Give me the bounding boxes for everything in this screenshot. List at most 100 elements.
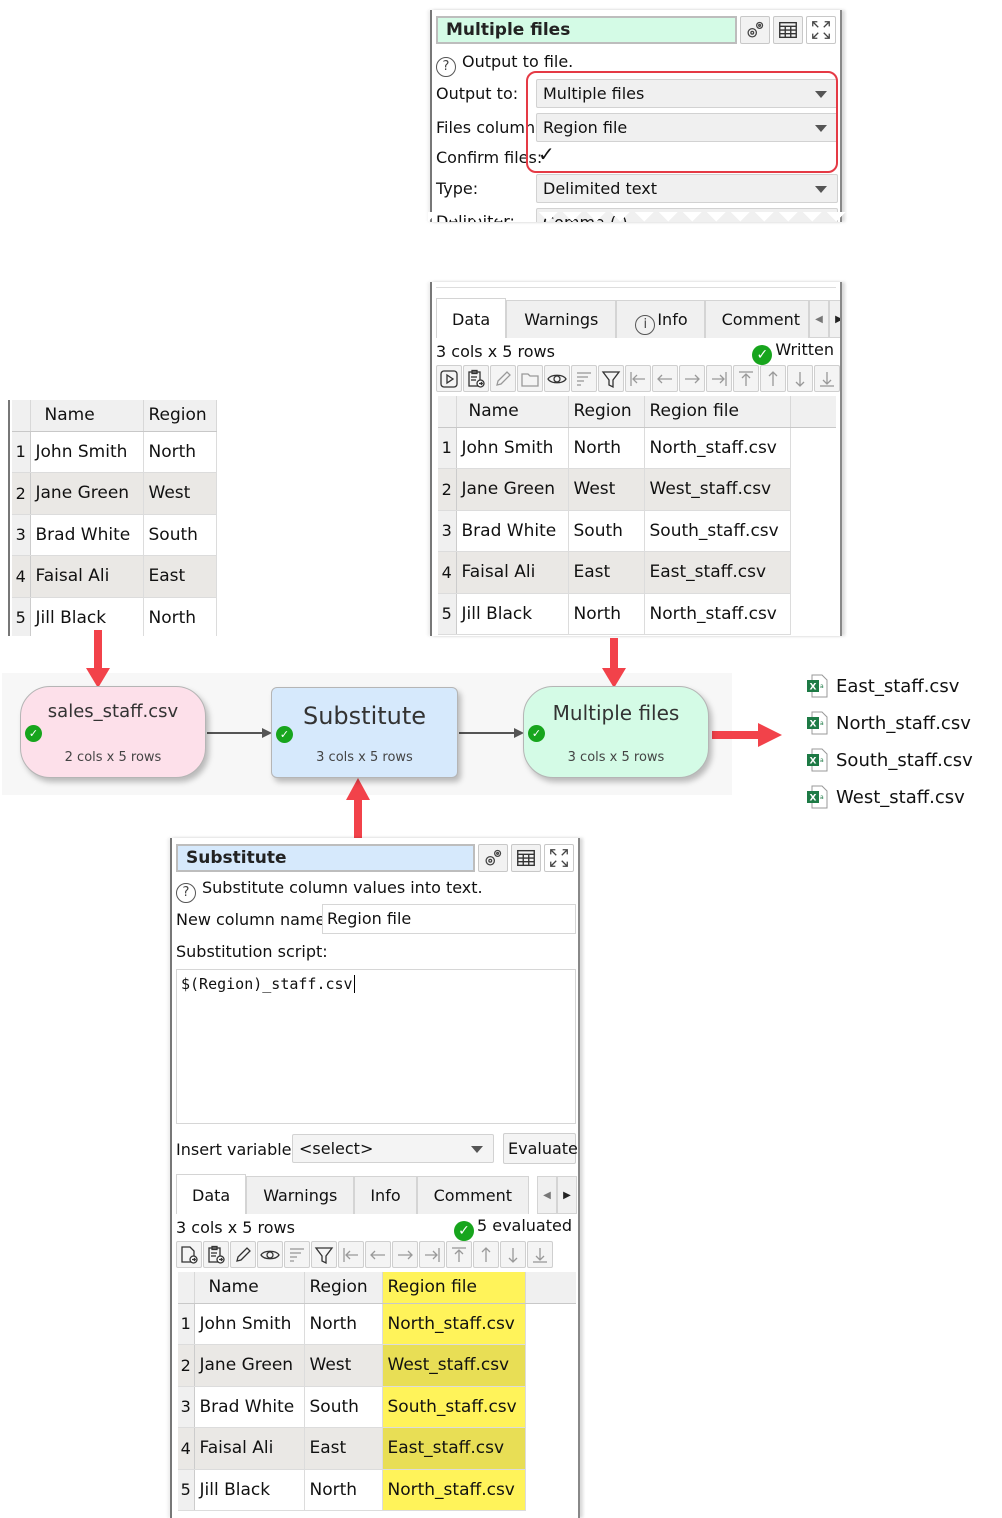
region-cell[interactable]: South: [568, 510, 645, 552]
region-file-cell[interactable]: North_staff.csv: [644, 593, 791, 635]
name-cell[interactable]: Jane Green: [456, 468, 569, 511]
region-file-cell[interactable]: North_staff.csv: [382, 1469, 526, 1511]
row-number[interactable]: 3: [438, 510, 457, 552]
first-row-icon[interactable]: [446, 1241, 472, 1268]
last-row-icon[interactable]: [814, 365, 840, 392]
output-file-item[interactable]: Xa West_staff.csv: [806, 785, 965, 809]
script-editor[interactable]: $(Region)_staff.csv: [176, 969, 576, 1124]
table-row[interactable]: 3 Brad White South South_staff.csv: [178, 1386, 576, 1428]
column-header[interactable]: Name: [456, 396, 569, 428]
row-number[interactable]: 2: [178, 1344, 195, 1387]
last-column-icon[interactable]: [706, 365, 732, 392]
region-file-cell[interactable]: East_staff.csv: [644, 551, 791, 594]
table-row[interactable]: 1 John Smith North North_staff.csv: [178, 1303, 576, 1345]
up-arrow-icon[interactable]: [473, 1241, 499, 1268]
column-header[interactable]: Region file: [644, 396, 791, 428]
clipboard-export-icon[interactable]: [463, 365, 489, 392]
name-cell[interactable]: Brad White: [194, 1386, 305, 1428]
tab-scroll-right-icon[interactable]: ▶: [557, 1176, 577, 1214]
tab-scroll-left-icon[interactable]: ◀: [809, 300, 829, 338]
region-cell[interactable]: East: [143, 555, 217, 598]
row-number[interactable]: 2: [12, 472, 31, 515]
node-multiple-files[interactable]: Multiple files ✓ 3 cols x 5 rows: [523, 686, 709, 778]
filter-icon[interactable]: [598, 365, 624, 392]
tab-warnings[interactable]: Warnings: [246, 1176, 355, 1214]
down-arrow-icon[interactable]: [787, 365, 813, 392]
column-header[interactable]: Name: [194, 1272, 305, 1304]
left-arrow-icon[interactable]: [652, 365, 678, 392]
type-dropdown[interactable]: Delimited text: [536, 174, 838, 203]
name-cell[interactable]: John Smith: [30, 431, 144, 473]
last-column-icon[interactable]: [419, 1241, 445, 1268]
folder-icon[interactable]: [517, 365, 543, 392]
region-cell[interactable]: North: [568, 427, 645, 469]
name-cell[interactable]: Jane Green: [194, 1344, 305, 1387]
right-arrow-icon[interactable]: [679, 365, 705, 392]
row-number[interactable]: 5: [178, 1469, 195, 1511]
down-arrow-icon[interactable]: [500, 1241, 526, 1268]
file-export-icon[interactable]: [176, 1241, 202, 1268]
output-file-item[interactable]: Xa North_staff.csv: [806, 711, 971, 735]
pencil-icon[interactable]: [230, 1241, 256, 1268]
region-cell[interactable]: North: [304, 1469, 383, 1511]
eye-icon[interactable]: [544, 365, 570, 392]
tab-info[interactable]: i Info: [616, 300, 705, 338]
tab-comment[interactable]: Comment: [416, 1176, 529, 1214]
region-file-cell[interactable]: North_staff.csv: [644, 427, 791, 469]
name-cell[interactable]: Brad White: [456, 510, 569, 552]
name-cell[interactable]: Jill Black: [194, 1469, 305, 1511]
column-header[interactable]: Region: [568, 396, 645, 428]
column-header[interactable]: Region: [304, 1272, 383, 1304]
region-cell[interactable]: East: [304, 1427, 383, 1470]
row-number[interactable]: 1: [178, 1303, 195, 1345]
table-row[interactable]: 4 Faisal Ali East: [12, 555, 217, 598]
name-cell[interactable]: Faisal Ali: [194, 1427, 305, 1470]
region-cell[interactable]: West: [143, 472, 217, 515]
row-number[interactable]: 4: [438, 551, 457, 594]
table-row[interactable]: 4 Faisal Ali East East_staff.csv: [438, 551, 836, 594]
region-file-cell[interactable]: South_staff.csv: [644, 510, 791, 552]
first-column-icon[interactable]: [338, 1241, 364, 1268]
column-header[interactable]: Region: [143, 400, 217, 432]
table-icon[interactable]: [773, 16, 803, 44]
name-cell[interactable]: Brad White: [30, 514, 144, 556]
row-number[interactable]: 1: [438, 427, 457, 469]
table-row[interactable]: 2 Jane Green West: [12, 472, 217, 515]
tab-data[interactable]: Data: [176, 1174, 247, 1214]
name-cell[interactable]: John Smith: [194, 1303, 305, 1345]
row-number[interactable]: 4: [178, 1427, 195, 1470]
tab-scroll-right-icon[interactable]: ▶: [829, 300, 840, 338]
column-header[interactable]: Region file: [382, 1272, 526, 1304]
tab-comment[interactable]: Comment: [704, 300, 809, 338]
gears-icon[interactable]: [478, 844, 508, 872]
node-title-field[interactable]: Substitute: [176, 844, 475, 872]
name-cell[interactable]: Jill Black: [456, 593, 569, 635]
table-row[interactable]: 5 Jill Black North North_staff.csv: [438, 593, 836, 635]
region-file-cell[interactable]: North_staff.csv: [382, 1303, 526, 1345]
table-row[interactable]: 4 Faisal Ali East East_staff.csv: [178, 1427, 576, 1470]
new-column-input[interactable]: Region file: [322, 904, 576, 934]
tab-warnings[interactable]: Warnings: [506, 300, 617, 338]
node-title-field[interactable]: Multiple files: [436, 16, 737, 44]
region-cell[interactable]: West: [568, 468, 645, 511]
tab-data[interactable]: Data: [436, 298, 507, 338]
region-cell[interactable]: South: [304, 1386, 383, 1428]
row-number[interactable]: 4: [12, 555, 31, 598]
output-file-item[interactable]: Xa South_staff.csv: [806, 748, 973, 772]
tab-scroll-left-icon[interactable]: ◀: [537, 1176, 557, 1214]
table-row[interactable]: 1 John Smith North North_staff.csv: [438, 427, 836, 469]
node-sales-staff-csv[interactable]: sales_staff.csv ✓ 2 cols x 5 rows: [20, 686, 206, 778]
region-file-cell[interactable]: West_staff.csv: [382, 1344, 526, 1387]
evaluate-button[interactable]: Evaluate: [503, 1133, 578, 1164]
region-file-cell[interactable]: South_staff.csv: [382, 1386, 526, 1428]
first-row-icon[interactable]: [733, 365, 759, 392]
insert-variable-dropdown[interactable]: <select>: [292, 1134, 494, 1163]
region-cell[interactable]: North: [143, 431, 217, 473]
filter-icon[interactable]: [311, 1241, 337, 1268]
region-file-cell[interactable]: West_staff.csv: [644, 468, 791, 511]
row-number[interactable]: 3: [178, 1386, 195, 1428]
maximize-icon[interactable]: [544, 844, 574, 872]
sort-icon[interactable]: [284, 1241, 310, 1268]
region-cell[interactable]: South: [143, 514, 217, 556]
table-row[interactable]: 3 Brad White South South_staff.csv: [438, 510, 836, 552]
